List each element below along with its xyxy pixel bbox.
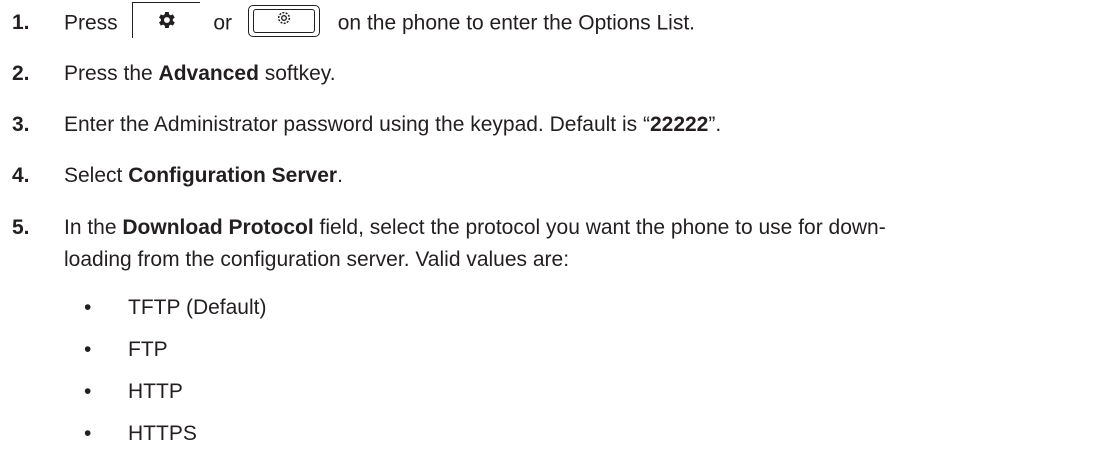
step-number: 3. <box>12 113 30 136</box>
bullet-label: HTTPS <box>128 422 197 445</box>
step-text-c: . <box>337 164 343 187</box>
step-text-c: ”. <box>708 113 722 136</box>
step-text: In the Download Protocol field, select t… <box>64 211 886 244</box>
step-text-a: Enter the Administrator password using t… <box>64 113 650 136</box>
step-text-line2: loading from the configuration server. V… <box>64 248 570 271</box>
bullet-label: TFTP (Default) <box>128 296 267 319</box>
options-key <box>247 5 320 37</box>
bullet-label: HTTP <box>128 380 183 403</box>
gear-key-icon <box>131 2 200 38</box>
step-text-pre: Press <box>64 11 118 35</box>
gear-icon <box>158 12 175 28</box>
step-number: 5. <box>12 216 30 239</box>
step-text-or: or <box>213 11 233 35</box>
step-number: 1. <box>12 11 30 34</box>
step-text-bold: Advanced <box>158 62 259 85</box>
step-number: 4. <box>12 164 30 187</box>
step-text: Select Configuration Server. <box>64 159 343 192</box>
step-text: Press the Advanced softkey. <box>64 57 336 90</box>
bullet-label: FTP <box>128 338 168 361</box>
step-text-c: softkey. <box>258 62 336 85</box>
options-key-icon <box>277 11 290 25</box>
step-number: 2. <box>12 62 30 85</box>
step-text-a: Press the <box>64 62 159 85</box>
step-text-post: on the phone to enter the Options List. <box>337 11 695 35</box>
bullet-dot: • <box>84 338 92 361</box>
bullet-dot: • <box>84 422 92 445</box>
bullet-dot: • <box>84 296 92 319</box>
bullet-dot: • <box>84 380 92 403</box>
step-text-a: Select <box>64 164 129 187</box>
step-text-bold: Configuration Server <box>128 164 338 187</box>
step-text-bold: 22222 <box>649 113 709 136</box>
step-text: Enter the Administrator password using t… <box>64 108 721 141</box>
step-text-bold: Download Protocol <box>122 216 314 239</box>
step-text-c: field, select the protocol you want the … <box>313 216 886 239</box>
step-text-a: In the <box>64 216 123 239</box>
step-text: Press or on the phone to enter the Optio… <box>64 2 695 42</box>
